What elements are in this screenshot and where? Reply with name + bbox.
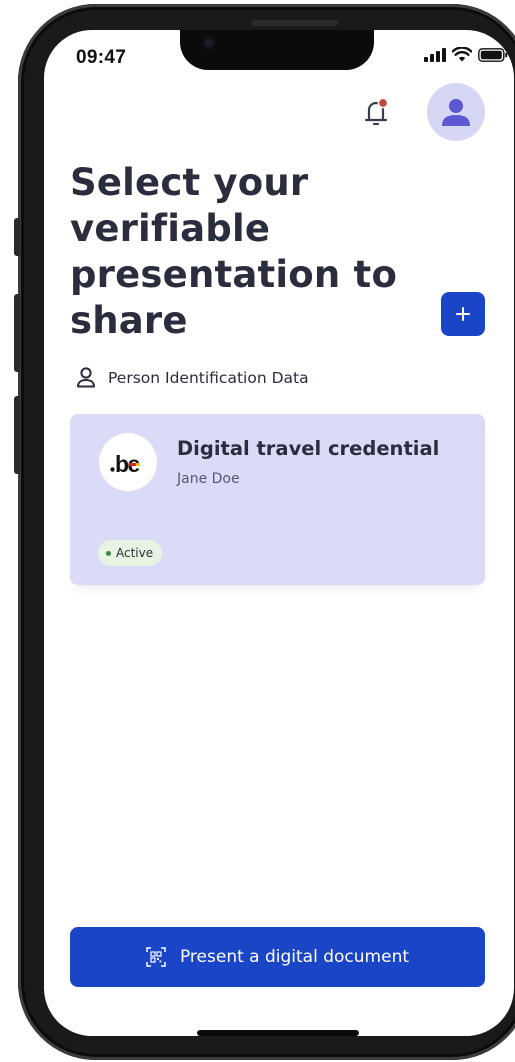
camera bbox=[202, 36, 216, 50]
status-time: 09:47 bbox=[76, 47, 127, 68]
battery-icon bbox=[478, 47, 508, 62]
be-logo-icon: b e bbox=[110, 451, 141, 474]
user-icon bbox=[442, 99, 470, 126]
notification-dot bbox=[377, 97, 389, 109]
category-header: Person Identification Data bbox=[76, 367, 309, 388]
plus-icon bbox=[456, 307, 470, 321]
wifi-icon bbox=[452, 47, 472, 62]
notification-button[interactable] bbox=[362, 96, 390, 128]
side-button-volume-up bbox=[14, 294, 20, 372]
profile-avatar[interactable] bbox=[427, 83, 485, 141]
status-badge: Active bbox=[98, 540, 163, 566]
page-title: Select your verifiable presentation to s… bbox=[70, 161, 398, 342]
person-icon bbox=[77, 367, 95, 388]
notch bbox=[180, 30, 374, 70]
add-credential-button[interactable] bbox=[441, 292, 485, 336]
credential-title: Digital travel credential bbox=[177, 437, 440, 460]
app-screen: 09:47 Select your verifiable presentatio… bbox=[44, 30, 514, 1036]
issuer-logo: b e bbox=[99, 433, 157, 491]
side-button-silent bbox=[14, 218, 20, 256]
status-label: Active bbox=[116, 546, 154, 560]
category-label: Person Identification Data bbox=[108, 368, 309, 387]
credential-card[interactable]: b e Digital travel credential Jane Doe A… bbox=[70, 414, 485, 585]
credential-holder: Jane Doe bbox=[177, 471, 240, 487]
present-button-label: Present a digital document bbox=[179, 947, 410, 967]
qr-scan-icon bbox=[146, 947, 166, 967]
home-indicator bbox=[197, 1030, 359, 1036]
signal-icon bbox=[424, 47, 446, 62]
svg-text:e: e bbox=[128, 451, 140, 474]
side-button-volume-down bbox=[14, 396, 20, 474]
status-icons bbox=[424, 47, 508, 62]
speaker-grille bbox=[252, 20, 338, 26]
present-document-button[interactable]: Present a digital document bbox=[70, 927, 485, 987]
bell-icon bbox=[364, 97, 389, 126]
status-dot bbox=[106, 550, 111, 556]
